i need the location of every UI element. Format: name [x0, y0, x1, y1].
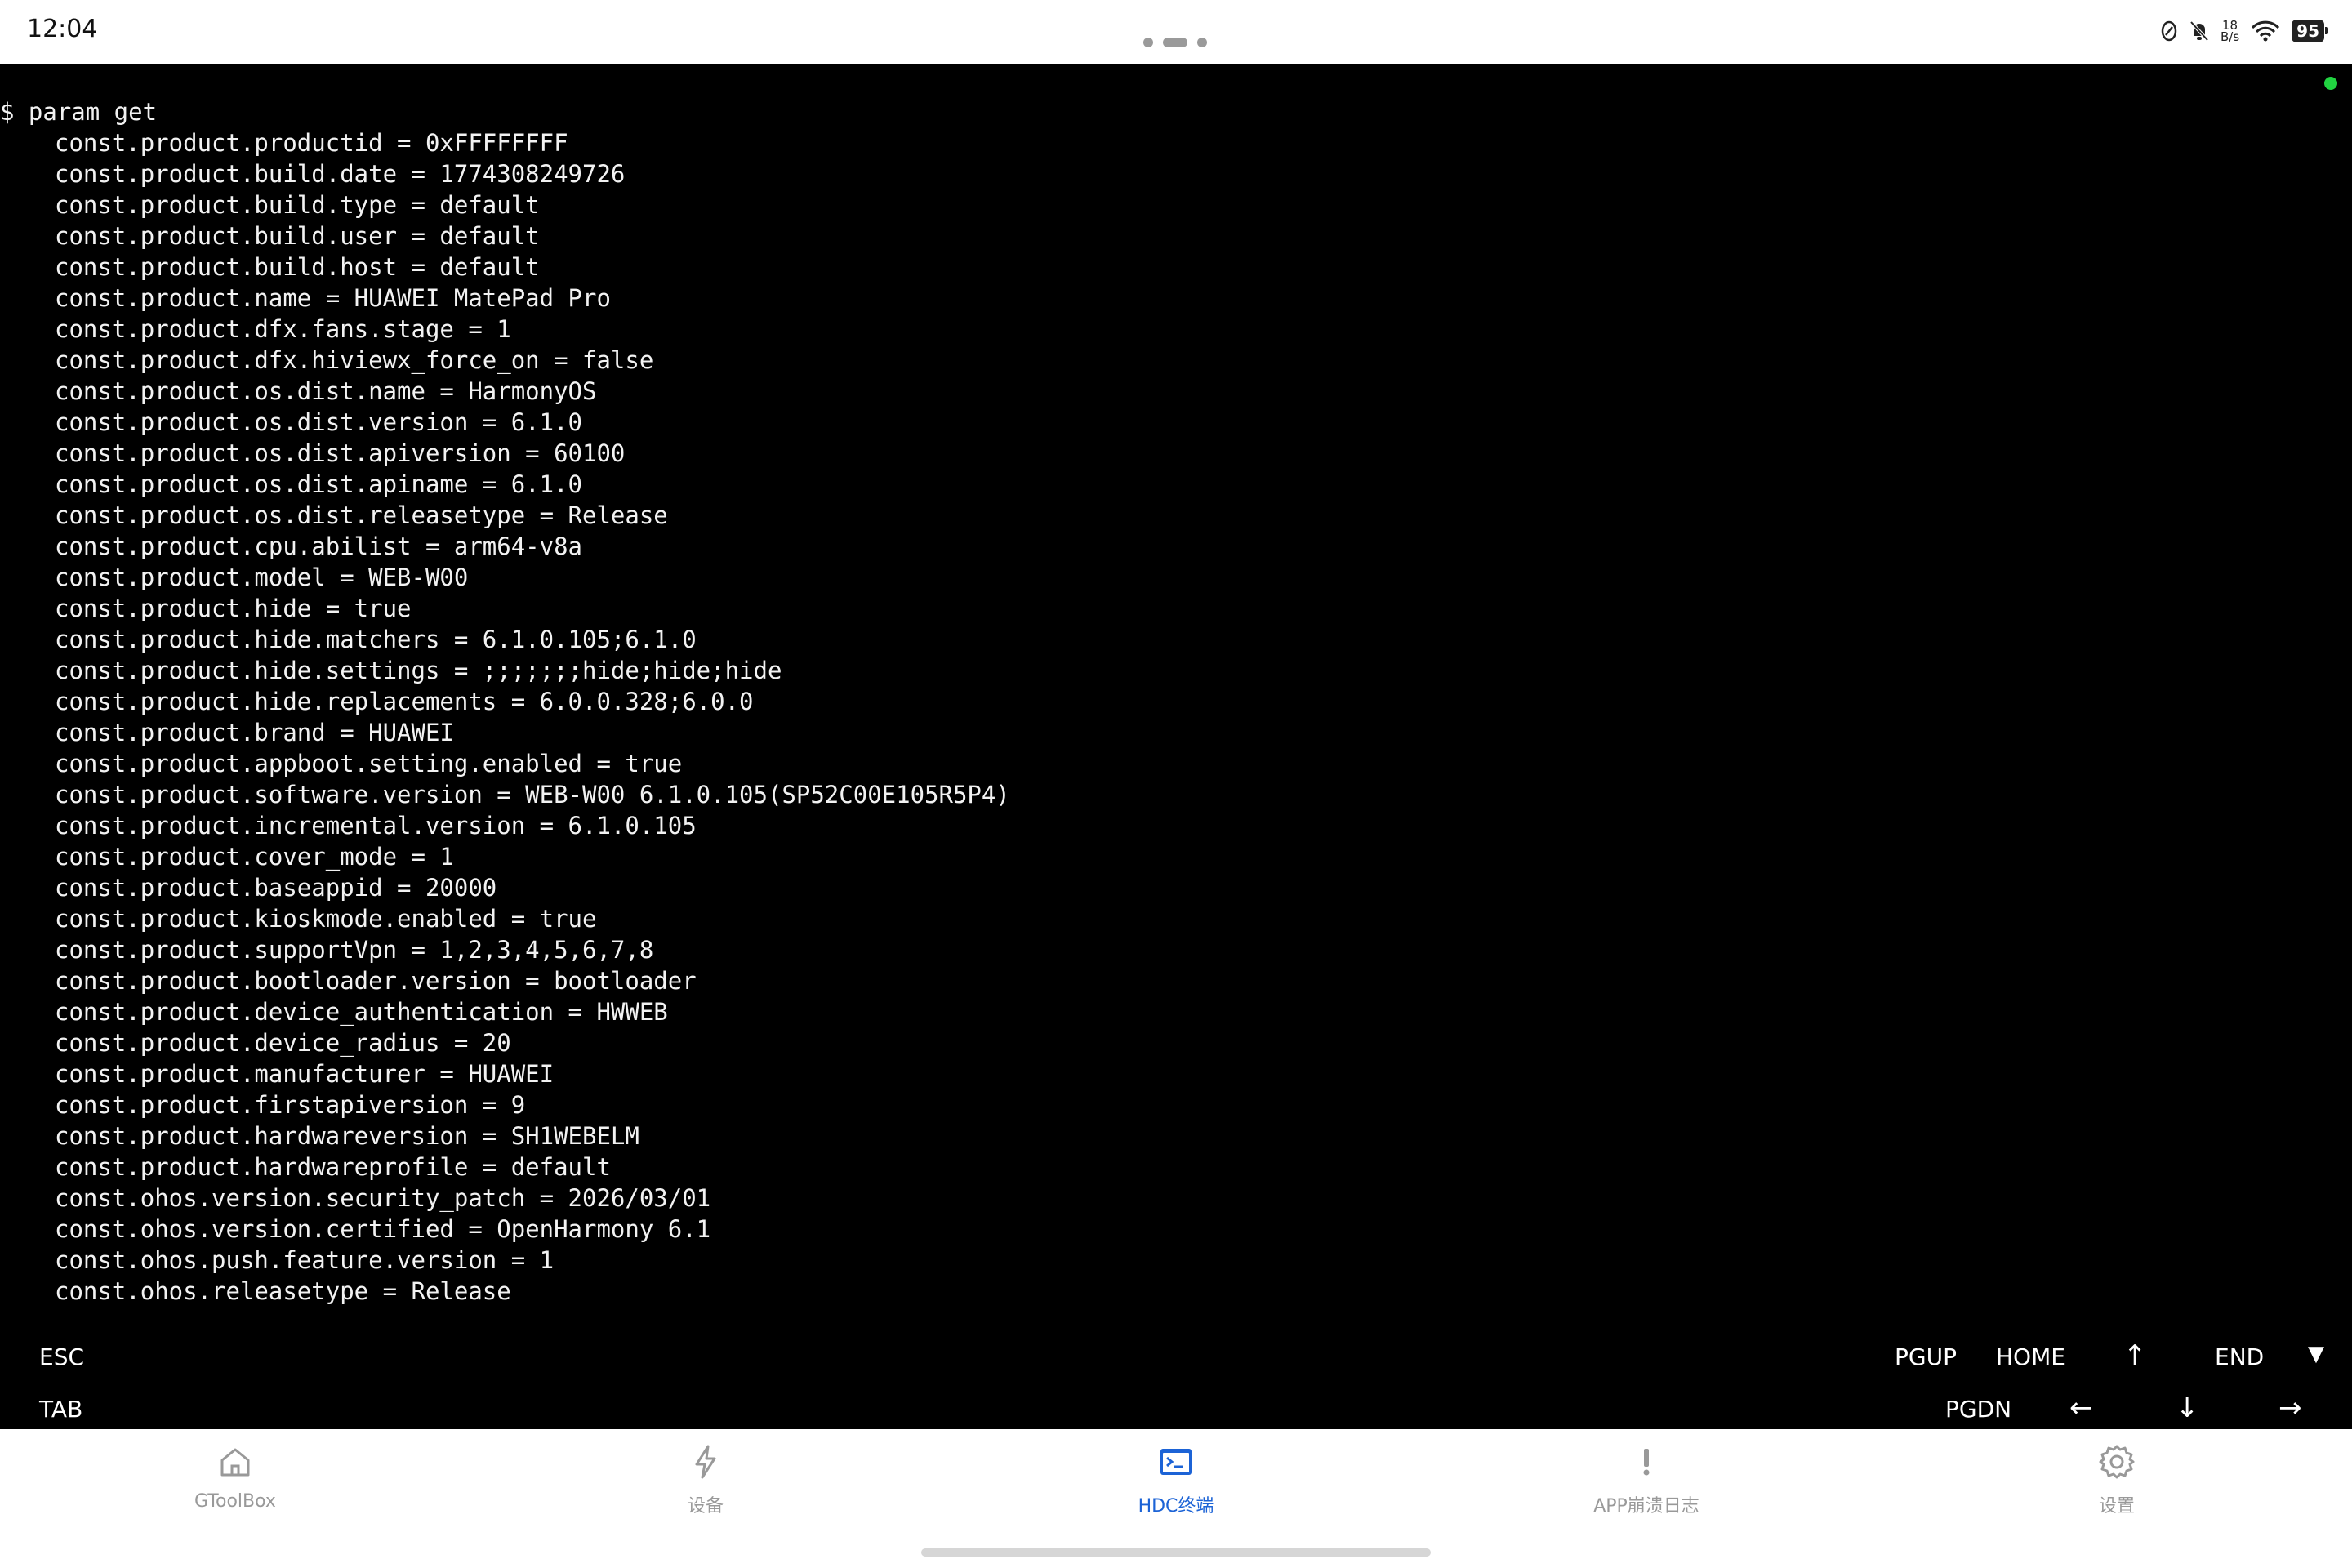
terminal-line: const.product.device_authentication = HW… [55, 998, 668, 1026]
network-speed-unit: B/s [2220, 29, 2240, 44]
network-speed: 18 B/s [2220, 20, 2240, 44]
terminal-line: const.product.supportVpn = 1,2,3,4,5,6,7… [55, 936, 654, 964]
nav-item-gtoolbox[interactable]: GToolBox [145, 1442, 325, 1540]
tab-key[interactable]: TAB [39, 1393, 82, 1426]
terminal-line: const.product.build.date = 1774308249726 [55, 160, 626, 188]
nav-label-device: 设备 [687, 1496, 724, 1517]
terminal-line: const.product.manufacturer = HUAWEI [55, 1060, 555, 1088]
connection-indicator [2324, 77, 2337, 90]
status-bar: 12:04 18 B/s 95 [0, 0, 2352, 64]
end-key[interactable]: END [2215, 1341, 2264, 1374]
bell-muted-icon [2189, 20, 2209, 42]
terminal-output-lines: const.product.productid = 0xFFFFFFFF cons… [55, 127, 1010, 1307]
terminal-line: const.product.os.dist.apiname = 6.1.0 [55, 470, 583, 498]
pgdn-key[interactable]: PGDN [1945, 1393, 2011, 1426]
left-arrow-key[interactable]: ← [2069, 1392, 2093, 1424]
home-key[interactable]: HOME [1996, 1341, 2065, 1374]
home-indicator[interactable] [921, 1548, 1431, 1557]
terminal-line: const.ohos.push.feature.version = 1 [55, 1246, 555, 1274]
nav-label-settings: 设置 [2098, 1496, 2135, 1517]
terminal-line: const.product.dfx.hiviewx_force_on = fal… [55, 346, 654, 374]
pgup-key[interactable]: PGUP [1895, 1341, 1957, 1374]
terminal-line: const.product.baseappid = 20000 [55, 874, 497, 902]
exclamation-icon [1643, 1449, 1650, 1476]
terminal-line: const.ohos.releasetype = Release [55, 1277, 511, 1305]
nav-item-app-crash-log[interactable]: APP崩溃日志 [1557, 1442, 1736, 1540]
terminal-line: const.product.os.dist.apiversion = 60100 [55, 439, 626, 467]
status-icons: 18 B/s 95 [2160, 18, 2328, 44]
terminal-line: const.product.hide.replacements = 6.0.0.… [55, 688, 754, 715]
terminal-line: const.product.cpu.abilist = arm64-v8a [55, 532, 583, 560]
up-arrow-key[interactable]: ↑ [2123, 1339, 2147, 1372]
terminal-line: const.product.os.dist.releasetype = Rele… [55, 501, 668, 529]
gear-icon [2099, 1445, 2135, 1479]
collapse-keys-icon[interactable]: ▼ [2308, 1338, 2324, 1370]
terminal-line: const.product.productid = 0xFFFFFFFF [55, 129, 568, 157]
bottom-nav: GToolBox 设备 HDC终端 APP崩溃日志 设置 [0, 1429, 2352, 1568]
terminal-line: const.product.software.version = WEB-W00… [55, 781, 1010, 808]
wifi-icon [2252, 20, 2280, 42]
nav-item-device[interactable]: 设备 [616, 1442, 795, 1540]
nfc-icon [2161, 20, 2177, 42]
terminal-line: const.product.firstapiversion = 9 [55, 1091, 526, 1119]
terminal-line: const.product.name = HUAWEI MatePad Pro [55, 284, 611, 312]
terminal-line: const.product.appboot.setting.enabled = … [55, 750, 683, 777]
terminal-line: const.product.bootloader.version = bootl… [55, 967, 697, 995]
terminal-line: const.product.model = WEB-W00 [55, 564, 469, 591]
terminal-line: const.product.hide.settings = ;;;;;;;hid… [55, 657, 782, 684]
terminal-line: const.product.hardwareversion = SH1WEBEL… [55, 1122, 639, 1150]
terminal-line: const.product.hide.matchers = 6.1.0.105;… [55, 626, 697, 653]
terminal-line: const.product.brand = HUAWEI [55, 719, 454, 746]
terminal-line: const.product.kioskmode.enabled = true [55, 905, 597, 933]
terminal-line: const.product.build.type = default [55, 191, 540, 219]
terminal-line: const.product.hardwareprofile = default [55, 1153, 611, 1181]
terminal-line: const.product.os.dist.version = 6.1.0 [55, 408, 583, 436]
terminal-line: const.product.cover_mode = 1 [55, 843, 454, 871]
extra-keys-bar: ESC TAB PGUP HOME ↑ END ▼ PGDN ← ↓ → [0, 1323, 2352, 1429]
nav-item-hdc-terminal[interactable]: HDC终端 [1086, 1442, 1266, 1540]
esc-key[interactable]: ESC [39, 1341, 84, 1374]
nav-item-settings[interactable]: 设置 [2027, 1442, 2207, 1540]
home-icon [220, 1448, 250, 1477]
terminal-line: const.product.build.host = default [55, 253, 540, 281]
terminal-line: const.product.build.user = default [55, 222, 540, 250]
down-arrow-key[interactable]: ↓ [2176, 1392, 2199, 1424]
terminal-icon [1160, 1449, 1192, 1475]
nav-label-app-crash-log: APP崩溃日志 [1593, 1496, 1699, 1517]
nav-label-hdc-terminal: HDC终端 [1138, 1496, 1214, 1517]
terminal-output[interactable]: $ param get const.product.productid = 0x… [0, 64, 2352, 1429]
right-arrow-key[interactable]: → [2278, 1392, 2302, 1424]
terminal-line: const.product.dfx.fans.stage = 1 [55, 315, 511, 343]
terminal-command: $ param get [0, 98, 158, 126]
terminal-line: const.product.hide = true [55, 595, 412, 622]
nav-label-gtoolbox: GToolBox [194, 1491, 276, 1512]
terminal-line: const.product.device_radius = 20 [55, 1029, 511, 1057]
terminal-line: const.product.incremental.version = 6.1.… [55, 812, 697, 840]
status-time: 12:04 [27, 15, 98, 43]
terminal-line: const.product.os.dist.name = HarmonyOS [55, 377, 597, 405]
lightning-icon [695, 1445, 716, 1479]
terminal-line: const.ohos.version.certified = OpenHarmo… [55, 1215, 711, 1243]
battery-icon: 95 [2292, 20, 2328, 42]
terminal-line: const.ohos.version.security_patch = 2026… [55, 1184, 711, 1212]
